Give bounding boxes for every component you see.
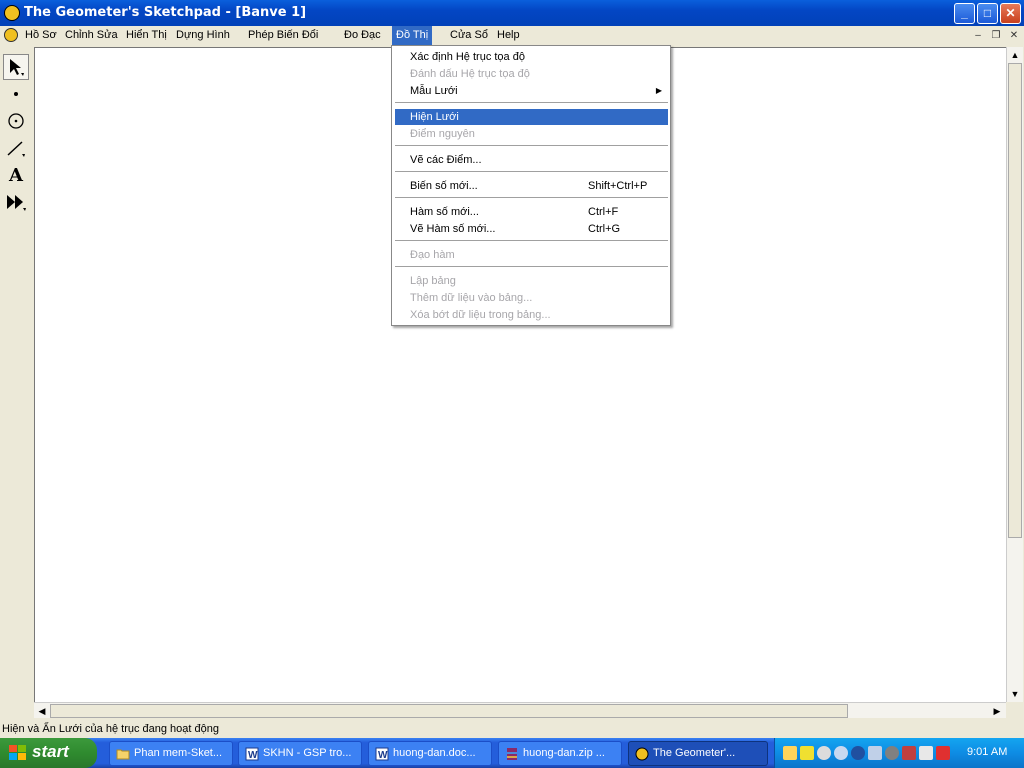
- network-icon[interactable]: [783, 746, 797, 760]
- custom-tool[interactable]: [3, 189, 29, 215]
- doc-restore-button[interactable]: ❐: [989, 29, 1003, 42]
- menu-item-tabulate: Lập bảng: [410, 275, 456, 287]
- menu-separator: [395, 266, 668, 268]
- menu-separator: [395, 171, 668, 173]
- document-icon[interactable]: [4, 28, 18, 42]
- sketchpad-icon: [635, 747, 649, 761]
- selection-arrow-tool[interactable]: [3, 54, 29, 80]
- menu-display[interactable]: Hiển Thị: [122, 26, 171, 45]
- menu-item-plot-points[interactable]: Vẽ các Điểm...: [395, 152, 668, 168]
- maximize-button[interactable]: □: [977, 3, 998, 24]
- menu-item-mark-coordinate-system: Đánh dấu Hệ trục tọa độ: [410, 68, 530, 80]
- taskbar: start Phan mem-Sket... W SKHN - GSP tro.…: [0, 738, 1024, 768]
- winrar-icon: [507, 748, 517, 760]
- compass-tool[interactable]: [3, 108, 29, 134]
- vertical-scroll-thumb[interactable]: [1008, 63, 1022, 538]
- point-tool[interactable]: [3, 81, 29, 107]
- status-text: Hiện và Ẩn Lưới của hệ trục đang hoạt độ…: [2, 723, 219, 735]
- horizontal-scrollbar[interactable]: ◀ ▶: [34, 702, 1006, 718]
- menu-transform[interactable]: Phép Biến Đổi: [244, 26, 322, 45]
- clock[interactable]: 9:01 AM: [967, 746, 1007, 758]
- vietkey-icon[interactable]: [800, 746, 814, 760]
- tray-app-icon[interactable]: [936, 746, 950, 760]
- menu-construct[interactable]: Dựng Hình: [172, 26, 234, 45]
- shortcut-label: Ctrl+G: [588, 223, 621, 235]
- menu-item-new-parameter[interactable]: Biến số mới... Shift+Ctrl+P: [395, 178, 668, 194]
- menu-item-define-coordinate-system[interactable]: Xác định Hệ trục tọa độ: [395, 49, 668, 65]
- scroll-right-arrow-icon[interactable]: ▶: [989, 703, 1005, 719]
- close-button[interactable]: ✕: [1000, 3, 1021, 24]
- menu-separator: [395, 102, 668, 104]
- start-button[interactable]: start: [0, 738, 97, 768]
- status-bar: Hiện và Ẩn Lưới của hệ trục đang hoạt độ…: [0, 720, 1024, 738]
- menu-help[interactable]: Help: [493, 26, 524, 45]
- word-icon: W: [375, 747, 389, 761]
- word-icon: W: [245, 747, 259, 761]
- menu-window[interactable]: Cửa Sổ: [446, 26, 492, 45]
- submenu-arrow-icon: ▶: [655, 86, 662, 95]
- menu-item-snap-points: Điểm nguyên: [410, 128, 475, 140]
- antivirus-icon[interactable]: [902, 746, 916, 760]
- menu-separator: [395, 197, 668, 199]
- menu-separator: [395, 145, 668, 147]
- doc-minimize-button[interactable]: –: [971, 29, 985, 42]
- shortcut-label: Ctrl+F: [588, 206, 619, 218]
- menu-item-grid-form[interactable]: Mẫu Lưới ▶: [395, 83, 668, 99]
- scroll-left-arrow-icon[interactable]: ◀: [34, 703, 50, 719]
- scroll-down-arrow-icon[interactable]: ▼: [1007, 686, 1023, 702]
- straightedge-icon: [7, 141, 25, 157]
- sketchpad-app-icon[interactable]: [4, 5, 20, 21]
- svg-text:W: W: [378, 750, 388, 761]
- taskbar-button[interactable]: Phan mem-Sket...: [109, 741, 233, 766]
- menu-item-plot-new-function[interactable]: Vẽ Hàm số mới... Ctrl+G: [395, 221, 668, 237]
- menu-separator: [395, 240, 668, 242]
- folder-icon: [116, 749, 130, 760]
- tray-app-icon[interactable]: [834, 746, 848, 760]
- minimize-button[interactable]: _: [954, 3, 975, 24]
- text-tool[interactable]: A: [3, 162, 29, 188]
- menu-item-remove-table-data: Xóa bớt dữ liệu trong bảng...: [410, 309, 551, 321]
- toolbox: A: [0, 52, 32, 218]
- download-icon[interactable]: [851, 746, 865, 760]
- menu-measure[interactable]: Đo Đạc: [340, 26, 385, 45]
- taskbar-button[interactable]: W SKHN - GSP tro...: [238, 741, 362, 766]
- point-icon: [14, 92, 18, 96]
- horizontal-scroll-thumb[interactable]: [50, 704, 848, 718]
- windows-flag-icon: [9, 745, 26, 760]
- menu-item-derivative: Đạo hàm: [410, 249, 455, 261]
- svg-text:W: W: [248, 750, 258, 761]
- menu-bar: Hồ Sơ Chỉnh Sửa Hiển Thị Dựng Hình Phép …: [0, 26, 1024, 45]
- volume-icon[interactable]: [919, 746, 933, 760]
- tray-app-icon[interactable]: [885, 746, 899, 760]
- straightedge-tool[interactable]: [3, 135, 29, 161]
- menu-item-new-function[interactable]: Hàm số mới... Ctrl+F: [395, 204, 668, 220]
- start-label: start: [32, 742, 69, 761]
- tray-app-icon[interactable]: [817, 746, 831, 760]
- menu-graph[interactable]: Đồ Thị: [392, 26, 433, 45]
- scroll-up-arrow-icon[interactable]: ▲: [1007, 47, 1023, 63]
- menu-file[interactable]: Hồ Sơ: [21, 26, 61, 45]
- doc-close-button[interactable]: ✕: [1007, 29, 1021, 42]
- menu-item-show-grid[interactable]: Hiện Lưới: [395, 109, 668, 125]
- taskbar-button-active[interactable]: The Geometer'...: [628, 741, 768, 766]
- custom-tool-icon: [7, 195, 26, 211]
- vertical-scrollbar[interactable]: ▲ ▼: [1006, 47, 1023, 702]
- window-title: The Geometer's Sketchpad - [Banve 1]: [24, 5, 307, 20]
- graph-dropdown-menu: Xác định Hệ trục tọa độ Đánh dấu Hệ trục…: [391, 45, 671, 326]
- title-bar: The Geometer's Sketchpad - [Banve 1] _ □…: [0, 0, 1024, 26]
- arrow-icon: [10, 59, 24, 76]
- display-icon[interactable]: [868, 746, 882, 760]
- taskbar-button[interactable]: huong-dan.zip ...: [498, 741, 622, 766]
- menu-item-add-table-data: Thêm dữ liệu vào bảng...: [410, 292, 533, 304]
- shortcut-label: Shift+Ctrl+P: [588, 180, 648, 192]
- compass-icon: [8, 113, 24, 129]
- menu-edit[interactable]: Chỉnh Sửa: [61, 26, 122, 45]
- system-tray: 9:01 AM: [774, 738, 1024, 768]
- taskbar-button[interactable]: W huong-dan.doc...: [368, 741, 492, 766]
